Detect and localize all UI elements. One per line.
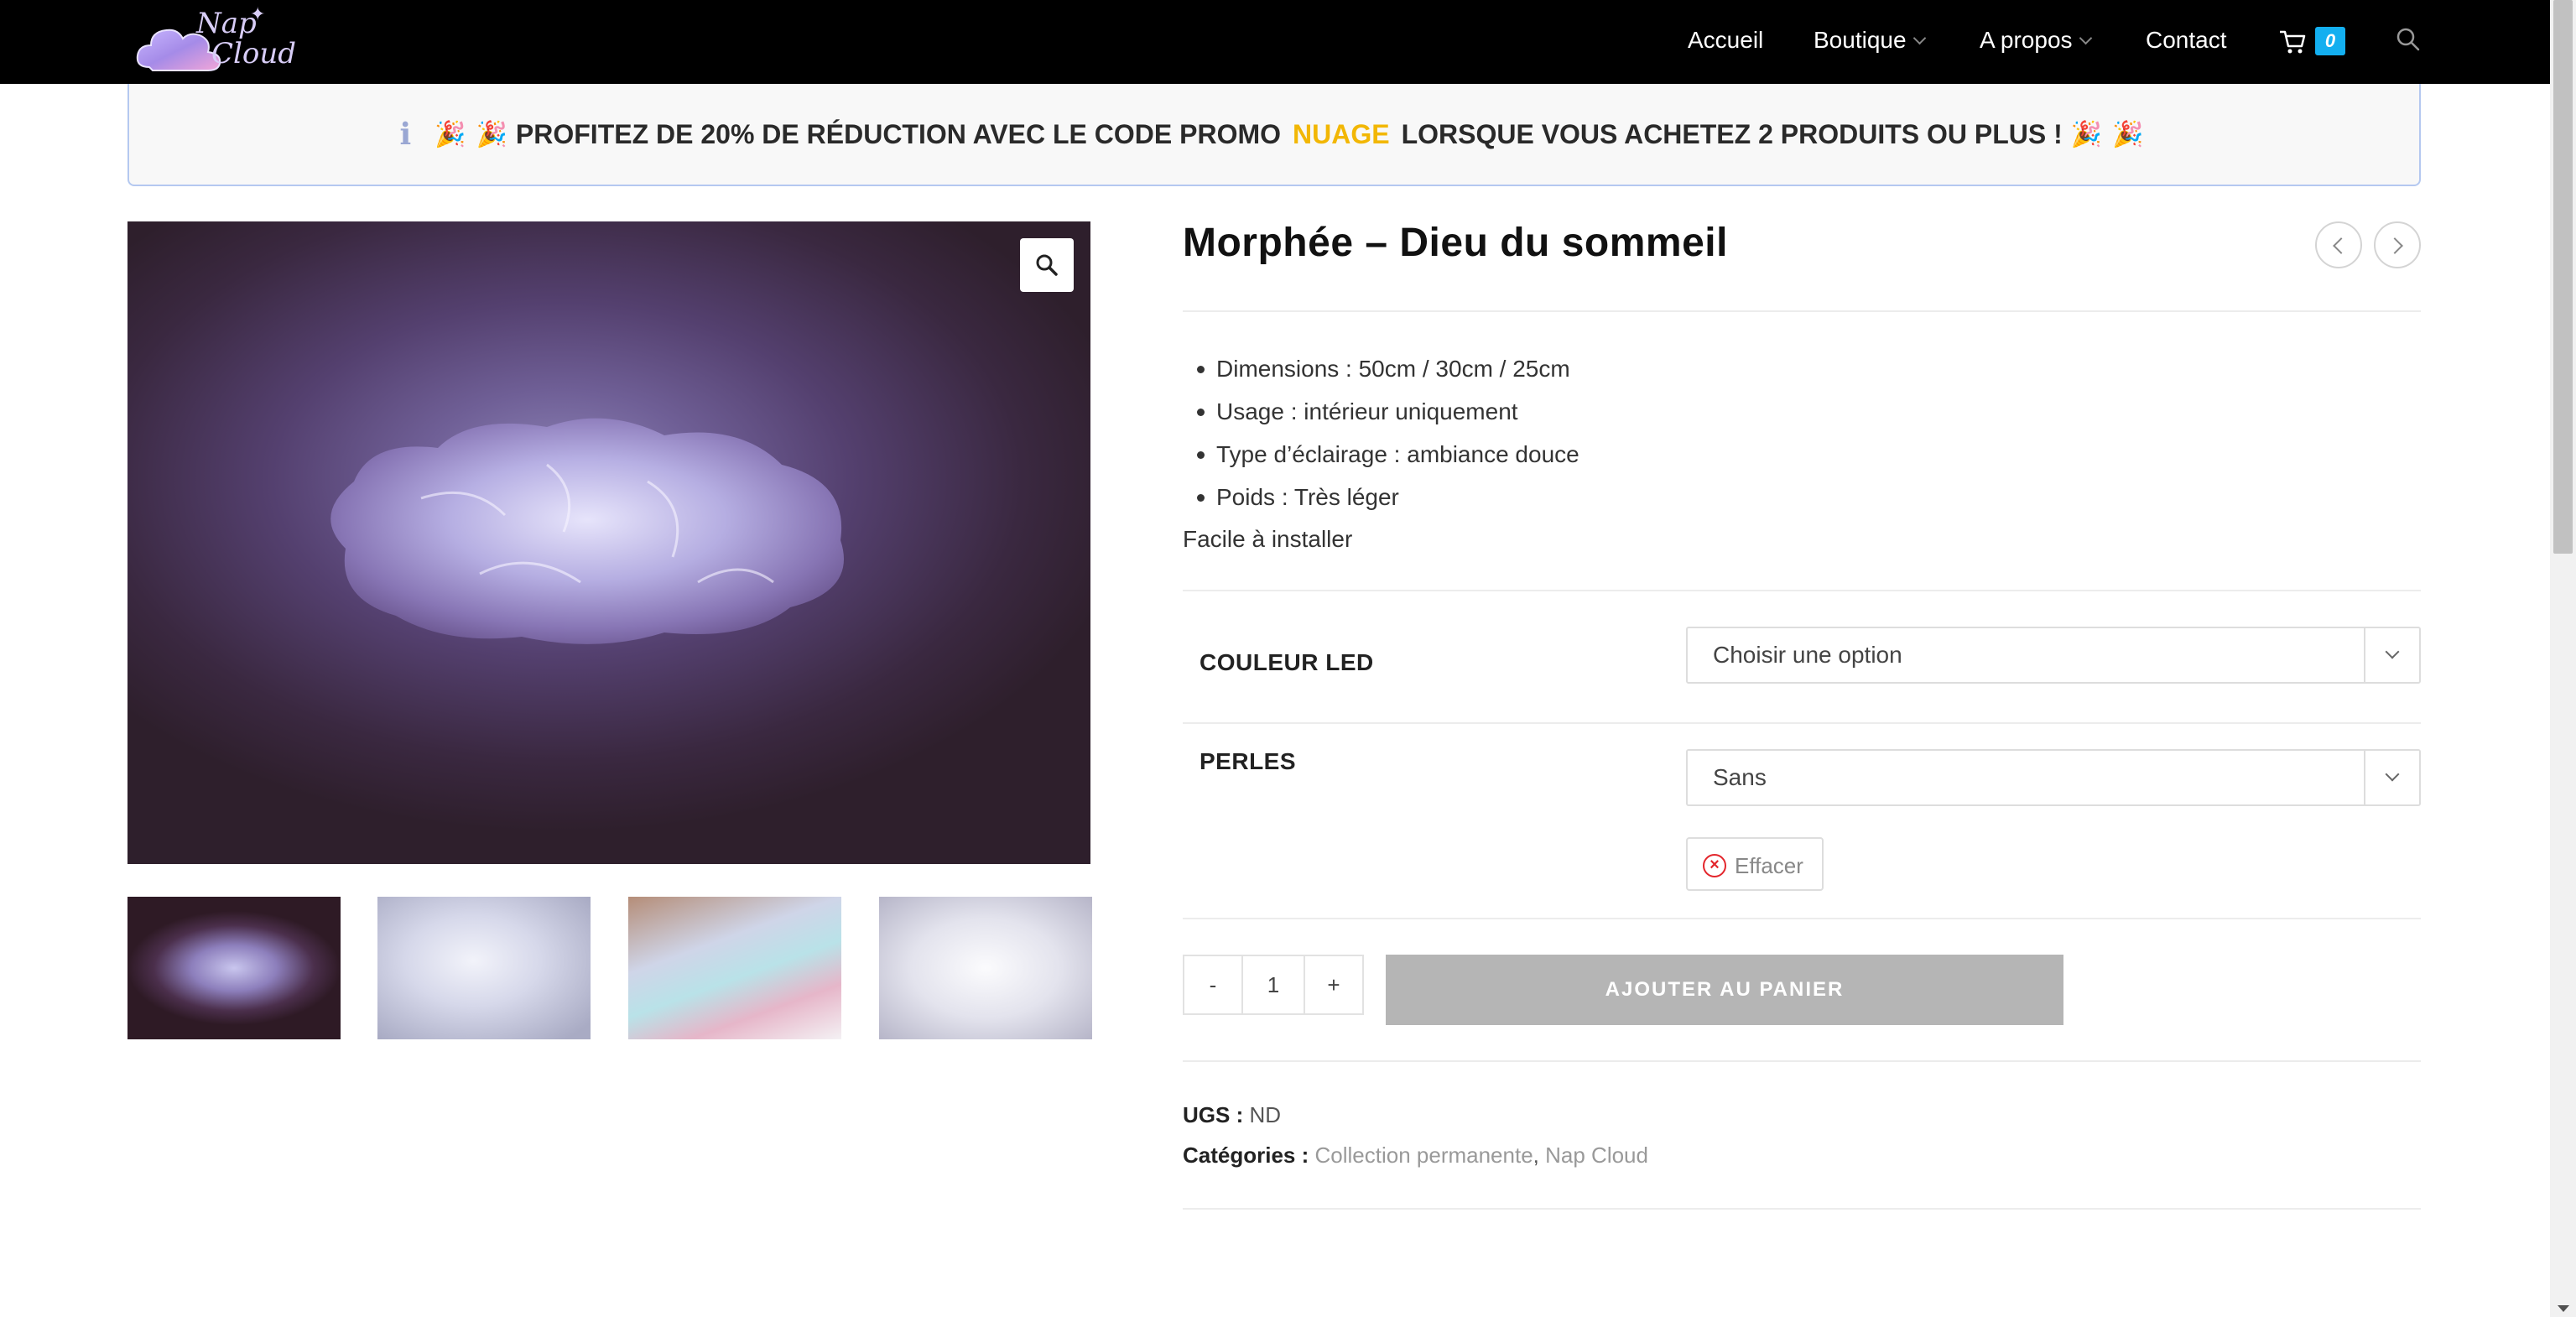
thumbnail-image-4[interactable] [879,897,1092,1039]
chevron-down-icon [2385,644,2400,659]
clear-selection-button[interactable]: × Effacer [1686,837,1824,891]
feature-item: Poids : Très léger [1183,476,1579,518]
zoom-button[interactable] [1020,238,1074,292]
led-color-select[interactable]: Choisir une option [1686,627,2421,684]
nav-item-accueil[interactable]: Accueil [1688,25,1763,55]
beads-label: PERLES [1200,748,1297,774]
main-nav: Accueil Boutique A propos Contact 0 [0,0,2550,84]
chevron-down-icon [1912,31,1926,45]
nav-item-a-propos[interactable]: A propos [1980,25,2092,55]
product-main-image[interactable] [127,221,1090,864]
party-popper-icon: 🎉 [476,120,507,148]
cloud-lamp-image [330,418,844,644]
feature-item: Usage : intérieur uniquement [1183,390,1579,433]
sku-value: ND [1249,1102,1282,1127]
scroll-down-arrow-icon[interactable] [2558,1305,2569,1312]
category-link-nap-cloud[interactable]: Nap Cloud [1545,1143,1648,1168]
quantity-increase-button[interactable]: + [1304,955,1364,1015]
divider [1183,1208,2421,1210]
scrollbar-thumb[interactable] [2553,0,2573,554]
cart-count-badge: 0 [2315,27,2345,55]
feature-item: Dimensions : 50cm / 30cm / 25cm [1183,347,1579,390]
product-title: Morphée – Dieu du sommeil [1183,221,1728,265]
party-popper-icon: 🎉 [2070,120,2103,148]
promo-text-before: PROFITEZ DE 20% DE RÉDUCTION AVEC LE COD… [515,118,1281,149]
cart-icon [2280,30,2306,54]
divider [1183,310,2421,312]
chevron-left-icon [2333,237,2350,254]
product-description: Dimensions : 50cm / 30cm / 25cm Usage : … [1183,347,1579,560]
chevron-right-icon [2386,237,2403,254]
previous-product-button[interactable] [2315,221,2362,268]
party-popper-icon: 🎉 [435,120,466,148]
beads-select[interactable]: Sans [1686,749,2421,806]
search-button[interactable] [2396,27,2426,57]
promo-code: NUAGE [1293,118,1390,149]
add-to-cart-button[interactable]: AJOUTER AU PANIER [1386,955,2063,1025]
cart-button[interactable]: 0 [2278,25,2354,59]
category-link-collection-permanente[interactable]: Collection permanente [1315,1143,1533,1168]
feature-item: Type d’éclairage : ambiance douce [1183,433,1579,476]
quantity-input[interactable]: 1 [1241,955,1305,1015]
promo-text-after: LORSQUE VOUS ACHETEZ 2 PRODUITS OU PLUS … [1401,118,2063,149]
thumbnail-gallery [127,897,1092,1039]
categories-meta: Catégories : Collection permanente, Nap … [1183,1143,1648,1168]
sku-meta: UGS : ND [1183,1102,1281,1128]
install-note: Facile à installer [1183,526,1353,552]
divider [1183,918,2421,919]
search-icon [2396,28,2420,51]
next-product-button[interactable] [2374,221,2421,268]
divider [1183,590,2421,591]
magnifier-icon [1036,254,1058,276]
quantity-stepper: - 1 + [1183,955,1364,1015]
nav-item-boutique[interactable]: Boutique [1814,25,1926,55]
sku-label: UGS : [1183,1102,1244,1127]
divider [1183,1060,2421,1062]
nav-item-contact[interactable]: Contact [2146,25,2227,55]
promo-banner: ℹ 🎉 🎉 PROFITEZ DE 20% DE RÉDUCTION AVEC … [127,84,2421,186]
thumbnail-image-3[interactable] [628,897,841,1039]
feature-list: Dimensions : 50cm / 30cm / 25cm Usage : … [1183,347,1579,518]
quantity-decrease-button[interactable]: - [1183,955,1243,1015]
party-popper-icon: 🎉 [2112,120,2144,148]
categories-label: Catégories : [1183,1143,1309,1168]
info-icon: ℹ [399,117,412,152]
site-header: Nap Cloud ✦ Accueil Boutique A propos Co… [0,0,2550,84]
divider [1183,722,2421,724]
page-scrollbar[interactable] [2550,0,2576,1317]
chevron-down-icon [2079,31,2092,45]
chevron-down-icon [2385,767,2400,782]
thumbnail-image-2[interactable] [377,897,591,1039]
close-circle-icon: × [1703,854,1726,877]
led-color-label: COULEUR LED [1200,649,1374,675]
thumbnail-image-1[interactable] [127,897,341,1039]
